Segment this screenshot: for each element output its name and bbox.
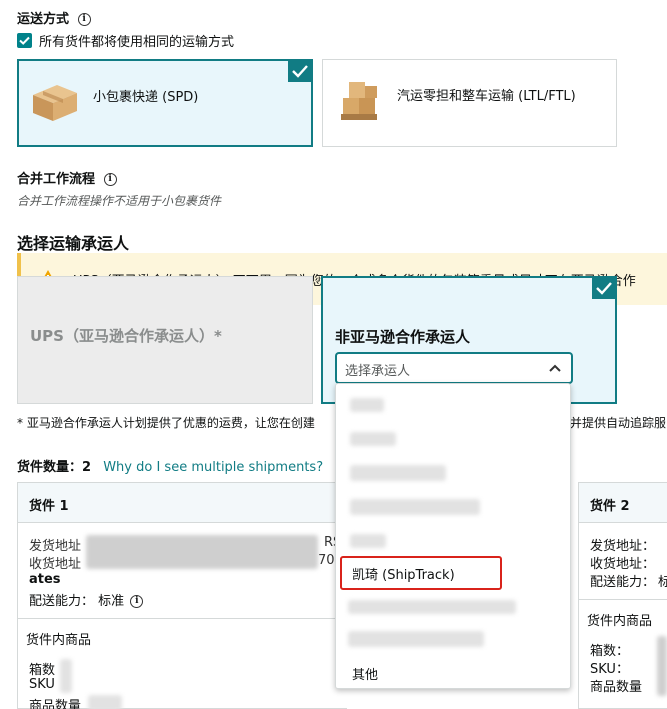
to-address-label: 收货地址： [590,557,656,572]
items-title: 货件内商品 [587,614,653,629]
redacted-value [88,695,122,709]
redacted-option [350,534,386,548]
dropdown-option[interactable] [336,590,570,624]
non-partner-label: 非亚马逊合作承运人 [335,328,471,346]
shipment-count-row: 货件数量：2 Why do I see multiple shipments? [17,456,323,475]
redacted-option [350,398,384,412]
why-multiple-shipments-link[interactable]: Why do I see multiple shipments? [103,460,323,475]
capability-value: 标准 [98,594,125,609]
info-icon[interactable]: i [130,595,144,608]
workflow-title: 合并工作流程 i [17,168,117,187]
ups-label: UPS（亚马逊合作承运人）* [30,327,222,345]
capability-row: 配送能力： 标准 i [29,590,144,609]
same-method-checkbox-row[interactable]: 所有货件都将使用相同的运输方式 [17,31,234,50]
shipment-count-value: 2 [82,460,92,475]
shipment-2-items: 货件内商品 箱数： SKU： 商品数量 [579,599,667,708]
option-shiptrack-label: 凯琦 (ShipTrack) [352,568,455,583]
carrier-dropdown-menu: 凯琦 (ShipTrack) 其他 [335,383,571,689]
qty-label: 商品数量 [29,699,82,709]
check-icon [19,36,30,45]
redacted-value [60,659,72,693]
info-icon[interactable]: i [77,13,91,26]
parcel-box-icon [33,85,77,121]
capability-label: 配送能力： [590,575,656,590]
carrier-footnote-right: 并提供自动追踪服 [570,416,667,430]
from-address-label: 发货地址 [29,539,82,554]
same-method-label: 所有货件都将使用相同的运输方式 [39,35,235,50]
shipment-2-title: 货件 2 [590,499,630,514]
boxes-label: 箱数 [29,663,56,678]
shipment-1-header: 货件 1 [18,483,347,523]
shipment-2-header: 货件 2 [579,483,667,523]
redacted-option [350,432,396,446]
carrier-footnote: * 亚马逊合作承运人计划提供了优惠的运费，让您在创建 [17,416,315,430]
dropdown-option-shiptrack[interactable]: 凯琦 (ShipTrack) [336,556,570,590]
to-address-label: 收货地址 [29,557,82,572]
selected-check-badge [592,277,616,299]
carrier-select-placeholder: 选择承运人 [345,364,411,379]
redacted-address [86,535,318,569]
qty-label: 商品数量 [590,680,643,695]
shipping-method-title-text: 运送方式 [17,12,70,27]
items-title: 货件内商品 [26,633,92,648]
dropdown-option[interactable] [336,622,570,656]
option-spd-label: 小包裹快递 (SPD) [93,90,199,105]
carrier-option-ups: UPS（亚马逊合作承运人）* [17,276,313,404]
sku-label: SKU [29,677,55,692]
workflow-note: 合并工作流程操作不适用于小包裹货件 [17,194,222,208]
check-icon [292,65,308,78]
capability-fragment: 标 [658,571,667,590]
option-other-label: 其他 [352,668,379,683]
selected-check-badge [288,60,312,82]
shipment-count-label: 货件数量： [17,460,83,475]
dropdown-option[interactable] [336,388,570,422]
dropdown-option-other[interactable]: 其他 [336,656,570,690]
shipping-option-ltl[interactable]: 汽运零担和整车运输 (LTL/FTL) [322,59,617,147]
address-fragment: ates [29,572,61,587]
check-icon [596,282,612,295]
carrier-select[interactable]: 选择承运人 [336,353,572,383]
sku-label: SKU： [590,662,629,677]
dropdown-option[interactable] [336,490,570,524]
redacted-value [657,636,667,696]
shipping-option-spd[interactable]: 小包裹快递 (SPD) [17,59,313,147]
shipment-2-card: 货件 2 发货地址： 收货地址： 配送能力： 标 货件内商品 箱数： SKU： … [578,482,667,709]
shipping-method-title: 运送方式 i [17,8,91,27]
shipment-1-card: 货件 1 发货地址 收货地址 RS 703 ates 配送能力： 标准 i 货件… [17,482,347,709]
info-icon[interactable]: i [103,173,117,186]
carrier-title: 选择运输承运人 [17,234,130,253]
redacted-option [350,499,480,515]
shipment-1-title: 货件 1 [29,499,69,514]
redacted-option [348,600,516,614]
option-ltl-label: 汽运零担和整车运输 (LTL/FTL) [397,89,576,104]
boxes-label: 箱数： [590,644,630,659]
redacted-option [348,631,484,647]
dropdown-option[interactable] [336,422,570,456]
shipment-1-items: 货件内商品 箱数 SKU 商品数量 [18,618,347,709]
pallet-boxes-icon [341,82,377,120]
from-address-label: 发货地址： [590,539,656,554]
capability-label: 配送能力： [29,594,95,609]
chevron-up-icon [549,364,561,372]
same-method-checkbox[interactable] [17,33,32,48]
dropdown-option[interactable] [336,524,570,558]
workflow-title-text: 合并工作流程 [17,172,96,187]
redacted-option [350,465,446,481]
dropdown-option[interactable] [336,456,570,490]
